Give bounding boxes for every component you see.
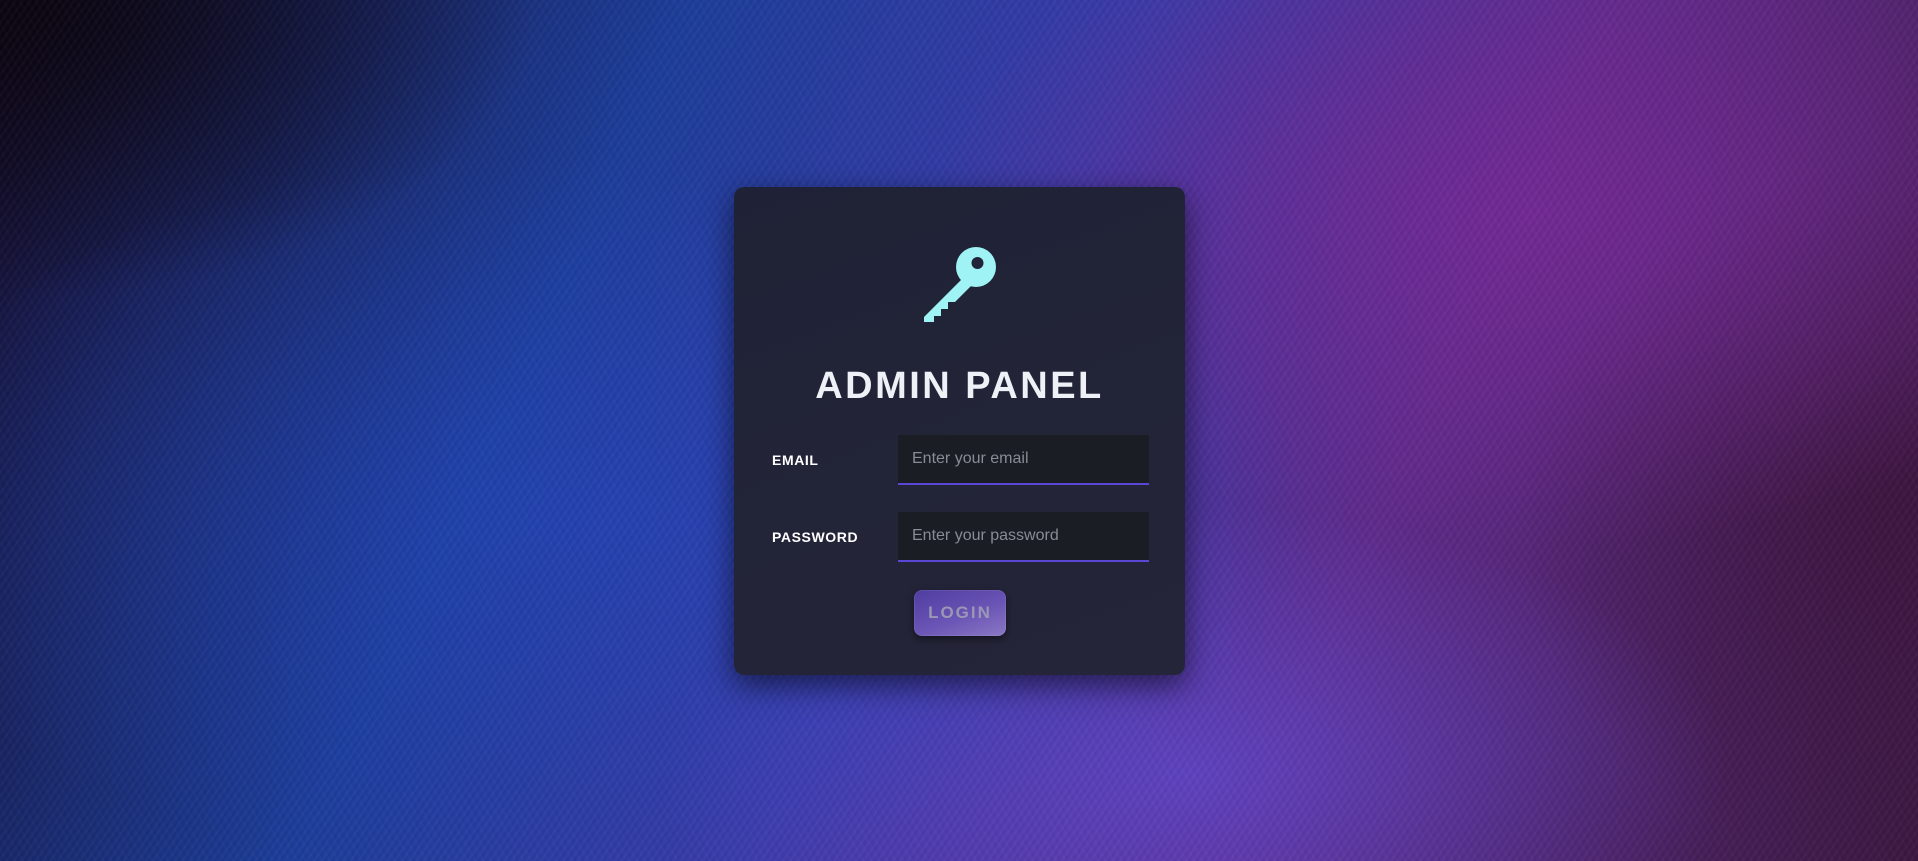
email-label: EMAIL <box>772 452 819 468</box>
password-field[interactable] <box>898 512 1149 562</box>
login-button[interactable]: LOGIN <box>914 590 1006 636</box>
login-card: ADMIN PANEL EMAIL PASSWORD LOGIN <box>734 187 1185 675</box>
page-title: ADMIN PANEL <box>815 365 1104 407</box>
key-icon <box>920 243 1000 323</box>
password-label: PASSWORD <box>772 529 859 545</box>
email-field[interactable] <box>898 435 1149 485</box>
